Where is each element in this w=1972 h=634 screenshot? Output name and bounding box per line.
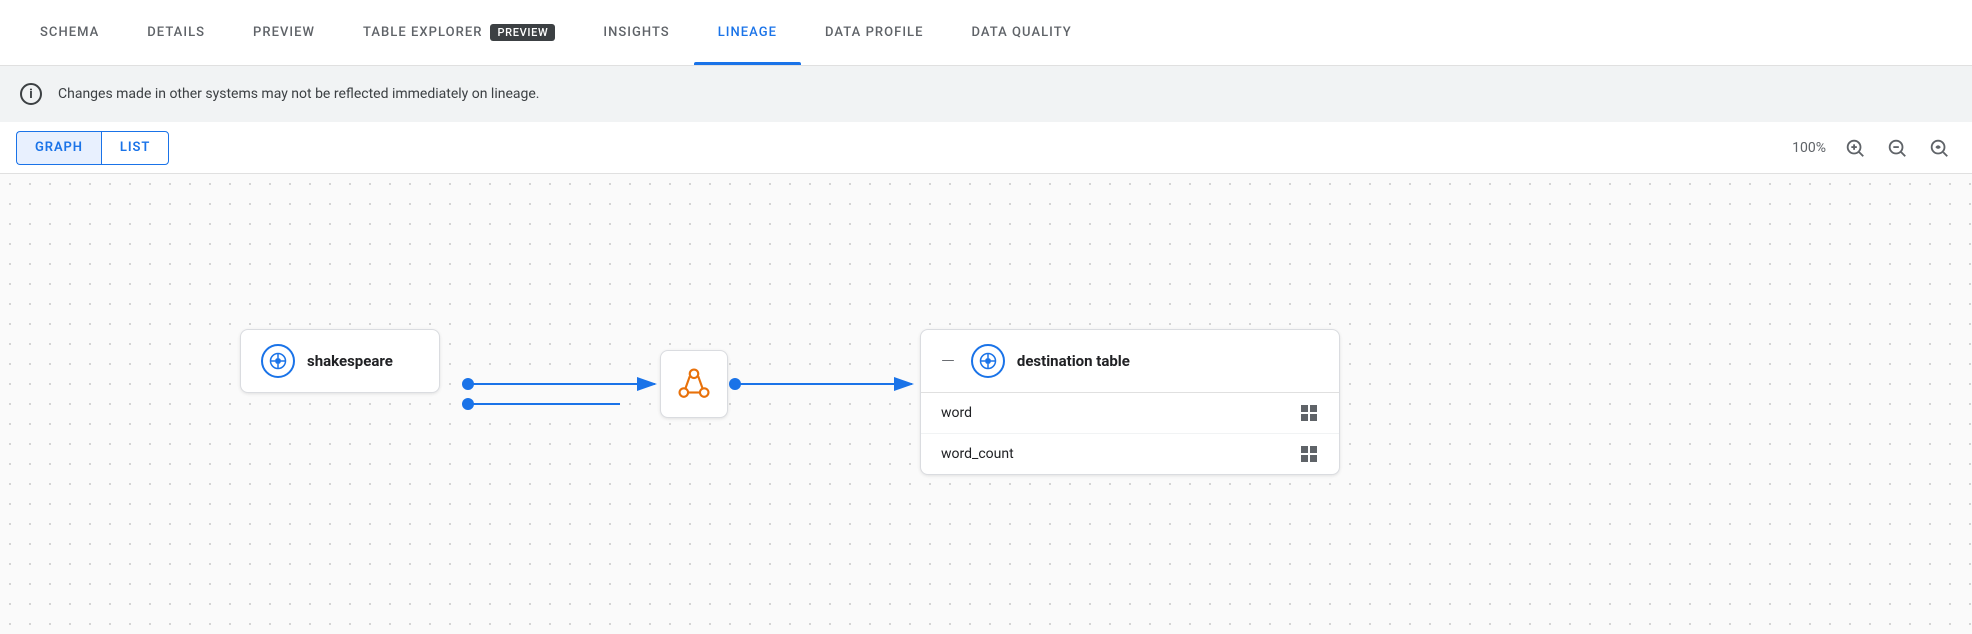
- dest-label: destination table: [1017, 352, 1130, 370]
- zoom-reset-button[interactable]: [1922, 131, 1956, 165]
- info-banner: i Changes made in other systems may not …: [0, 66, 1972, 122]
- tab-lineage[interactable]: LINEAGE: [694, 0, 801, 65]
- destination-header: — destination table: [921, 330, 1339, 393]
- field-icon-word-count: [1299, 444, 1319, 464]
- lineage-canvas[interactable]: shakespeare —: [0, 174, 1972, 634]
- tab-insights[interactable]: INSIGHTS: [579, 0, 693, 65]
- preview-badge: PREVIEW: [490, 24, 555, 41]
- list-view-button[interactable]: LIST: [101, 131, 169, 165]
- dest-field-word[interactable]: word: [921, 393, 1339, 434]
- zoom-in-button[interactable]: [1838, 131, 1872, 165]
- source-icon: [261, 344, 295, 378]
- banner-text: Changes made in other systems may not be…: [58, 86, 540, 102]
- field-word-count-name: word_count: [941, 446, 1014, 462]
- tab-bar: SCHEMA DETAILS PREVIEW TABLE EXPLORER PR…: [0, 0, 1972, 66]
- tab-data-profile[interactable]: DATA PROFILE: [801, 0, 947, 65]
- tab-data-quality[interactable]: DATA QUALITY: [948, 0, 1096, 65]
- transform-node[interactable]: [660, 350, 728, 418]
- graph-view-button[interactable]: GRAPH: [16, 131, 101, 165]
- source-node[interactable]: shakespeare: [240, 329, 440, 393]
- zoom-out-button[interactable]: [1880, 131, 1914, 165]
- field-icon-word: [1299, 403, 1319, 423]
- tab-schema[interactable]: SCHEMA: [16, 0, 123, 65]
- info-icon: i: [20, 83, 42, 105]
- field-word-name: word: [941, 405, 972, 421]
- tab-table-explorer[interactable]: TABLE EXPLORER PREVIEW: [339, 0, 579, 65]
- destination-node[interactable]: — destination table word: [920, 329, 1340, 475]
- view-toggle: GRAPH LIST: [16, 131, 169, 165]
- dest-icon: [971, 344, 1005, 378]
- toolbar: GRAPH LIST 100%: [0, 122, 1972, 174]
- source-label: shakespeare: [307, 352, 393, 370]
- lineage-graph: shakespeare —: [0, 174, 1972, 634]
- dest-field-word-count[interactable]: word_count: [921, 434, 1339, 474]
- zoom-level: 100%: [1792, 140, 1826, 156]
- tab-preview[interactable]: PREVIEW: [229, 0, 339, 65]
- zoom-controls: 100%: [1792, 131, 1956, 165]
- tab-details[interactable]: DETAILS: [123, 0, 229, 65]
